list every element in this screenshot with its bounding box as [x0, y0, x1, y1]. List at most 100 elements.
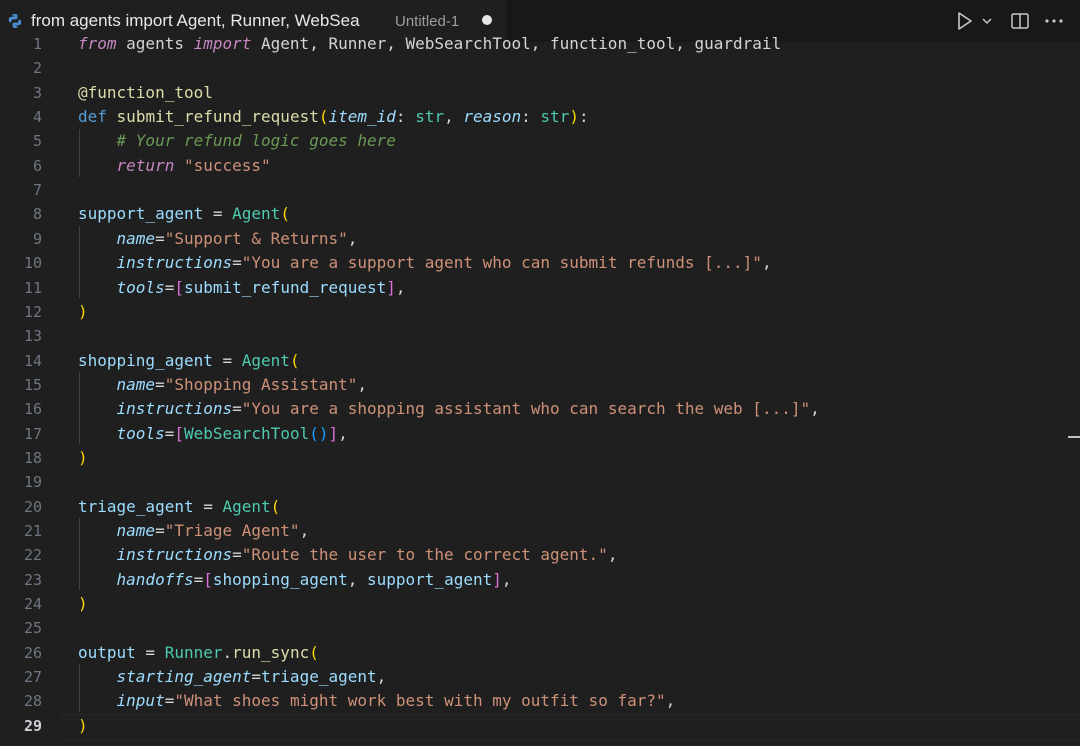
code-token: Agent [232, 204, 281, 223]
code-line[interactable]: tools=[submit_refund_request], [78, 276, 406, 300]
code-line[interactable]: def submit_refund_request(item_id: str, … [78, 105, 589, 129]
code-token: [ [174, 424, 184, 443]
code-token: = [135, 643, 165, 662]
code-line[interactable]: tools=[WebSearchTool()], [78, 422, 348, 446]
code-line[interactable]: ) [78, 300, 88, 324]
code-token: ) [78, 716, 88, 735]
code-line[interactable]: triage_agent = Agent( [78, 495, 280, 519]
line-number: 26 [23, 644, 42, 662]
tab-description: Untitled-1 [395, 13, 460, 30]
line-number: 3 [32, 84, 42, 102]
code-line[interactable]: name="Shopping Assistant", [78, 373, 367, 397]
code-token: shopping_agent [212, 570, 348, 589]
line-number: 27 [23, 668, 42, 686]
code-line[interactable]: shopping_agent = Agent( [78, 349, 300, 373]
line-number: 20 [23, 498, 42, 516]
code-token: = [155, 229, 165, 248]
code-line[interactable]: input="What shoes might work best with m… [78, 689, 676, 713]
line-number: 19 [23, 473, 42, 491]
code-token: instructions [116, 545, 233, 564]
line-number: 15 [23, 376, 42, 394]
unsaved-dot-icon[interactable] [482, 15, 492, 25]
code-token: run_sync [232, 643, 310, 662]
code-line[interactable]: ) [78, 592, 88, 616]
code-token: : [395, 107, 416, 126]
line-number: 16 [23, 400, 42, 418]
code-token: = [164, 278, 175, 297]
code-line[interactable]: ) [78, 446, 88, 470]
code-token: . [222, 643, 233, 662]
line-number: 1 [32, 35, 42, 53]
code-token: [ [174, 278, 184, 297]
code-token: ) [78, 594, 88, 613]
code-line[interactable]: name="Support & Returns", [78, 227, 358, 251]
code-token: # Your refund logic goes here [116, 131, 396, 150]
code-token: ( [289, 351, 300, 370]
code-token: , [665, 691, 676, 710]
line-number: 7 [32, 181, 42, 199]
line-number: 29 [23, 717, 42, 735]
code-line[interactable]: starting_agent=triage_agent, [78, 665, 387, 689]
code-token: , [376, 667, 387, 686]
code-line[interactable]: instructions="You are a shopping assista… [78, 397, 820, 421]
line-number: 14 [23, 352, 42, 370]
code-line[interactable]: output = Runner.run_sync( [78, 641, 319, 665]
code-token: str [540, 107, 570, 126]
code-line[interactable]: instructions="Route the user to the corr… [78, 543, 618, 567]
code-token: , [347, 570, 367, 589]
code-token: , [761, 253, 772, 272]
code-token: submit_refund_request [183, 278, 387, 297]
line-number: 22 [23, 546, 42, 564]
code-token: "success" [183, 156, 271, 175]
code-token: , [607, 545, 618, 564]
editor-area[interactable]: 1 2 3 4 5 6 7 8 9 10 11 12 13 14 15 16 17 18 19 20 21 22 23 24 2… [0, 34, 1080, 746]
code-token: , [347, 229, 358, 248]
code-line[interactable]: return "success" [78, 154, 271, 178]
code-token: Runner [164, 643, 223, 662]
code-token: "You are a shopping assistant who can se… [241, 399, 811, 418]
code-line[interactable]: support_agent = Agent( [78, 202, 290, 226]
code-token: = [164, 691, 175, 710]
split-editor-icon[interactable] [1010, 11, 1030, 36]
code-token: submit_refund_request [116, 107, 319, 126]
code-token: tools [116, 424, 165, 443]
code-line[interactable]: ) [78, 714, 88, 738]
chevron-down-icon[interactable] [980, 14, 994, 33]
code-line[interactable]: @function_tool [78, 81, 213, 105]
code-token: str [415, 107, 445, 126]
code-token: : [578, 107, 589, 126]
code-token: = [155, 375, 165, 394]
code-token: from [78, 34, 117, 53]
code-token: name [116, 229, 156, 248]
code-line[interactable]: name="Triage Agent", [78, 519, 310, 543]
code-line[interactable]: instructions="You are a support agent wh… [78, 251, 772, 275]
code-token: "You are a support agent who can submit … [241, 253, 762, 272]
code-line[interactable]: handoffs=[shopping_agent, support_agent]… [78, 568, 512, 592]
code-token: name [116, 521, 156, 540]
line-number: 6 [32, 157, 42, 175]
code-token: , [444, 107, 464, 126]
line-number: 13 [23, 327, 42, 345]
code-content[interactable]: from agents import Agent, Runner, WebSea… [78, 34, 1078, 746]
code-token: ) [569, 107, 579, 126]
code-token: Agent [222, 497, 271, 516]
line-number: 25 [23, 619, 42, 637]
play-icon[interactable] [956, 11, 974, 36]
code-token: ( [270, 497, 281, 516]
python-icon [7, 13, 23, 29]
line-number: 9 [32, 230, 42, 248]
scrollbar-marker[interactable] [1068, 436, 1080, 438]
code-line[interactable]: from agents import Agent, Runner, WebSea… [78, 32, 781, 56]
line-number: 24 [23, 595, 42, 613]
code-token: ) [78, 302, 88, 321]
line-number: 11 [23, 279, 42, 297]
code-token: "Route the user to the correct agent." [241, 545, 608, 564]
more-actions-icon[interactable] [1043, 11, 1065, 36]
code-line[interactable]: # Your refund logic goes here [78, 129, 396, 153]
